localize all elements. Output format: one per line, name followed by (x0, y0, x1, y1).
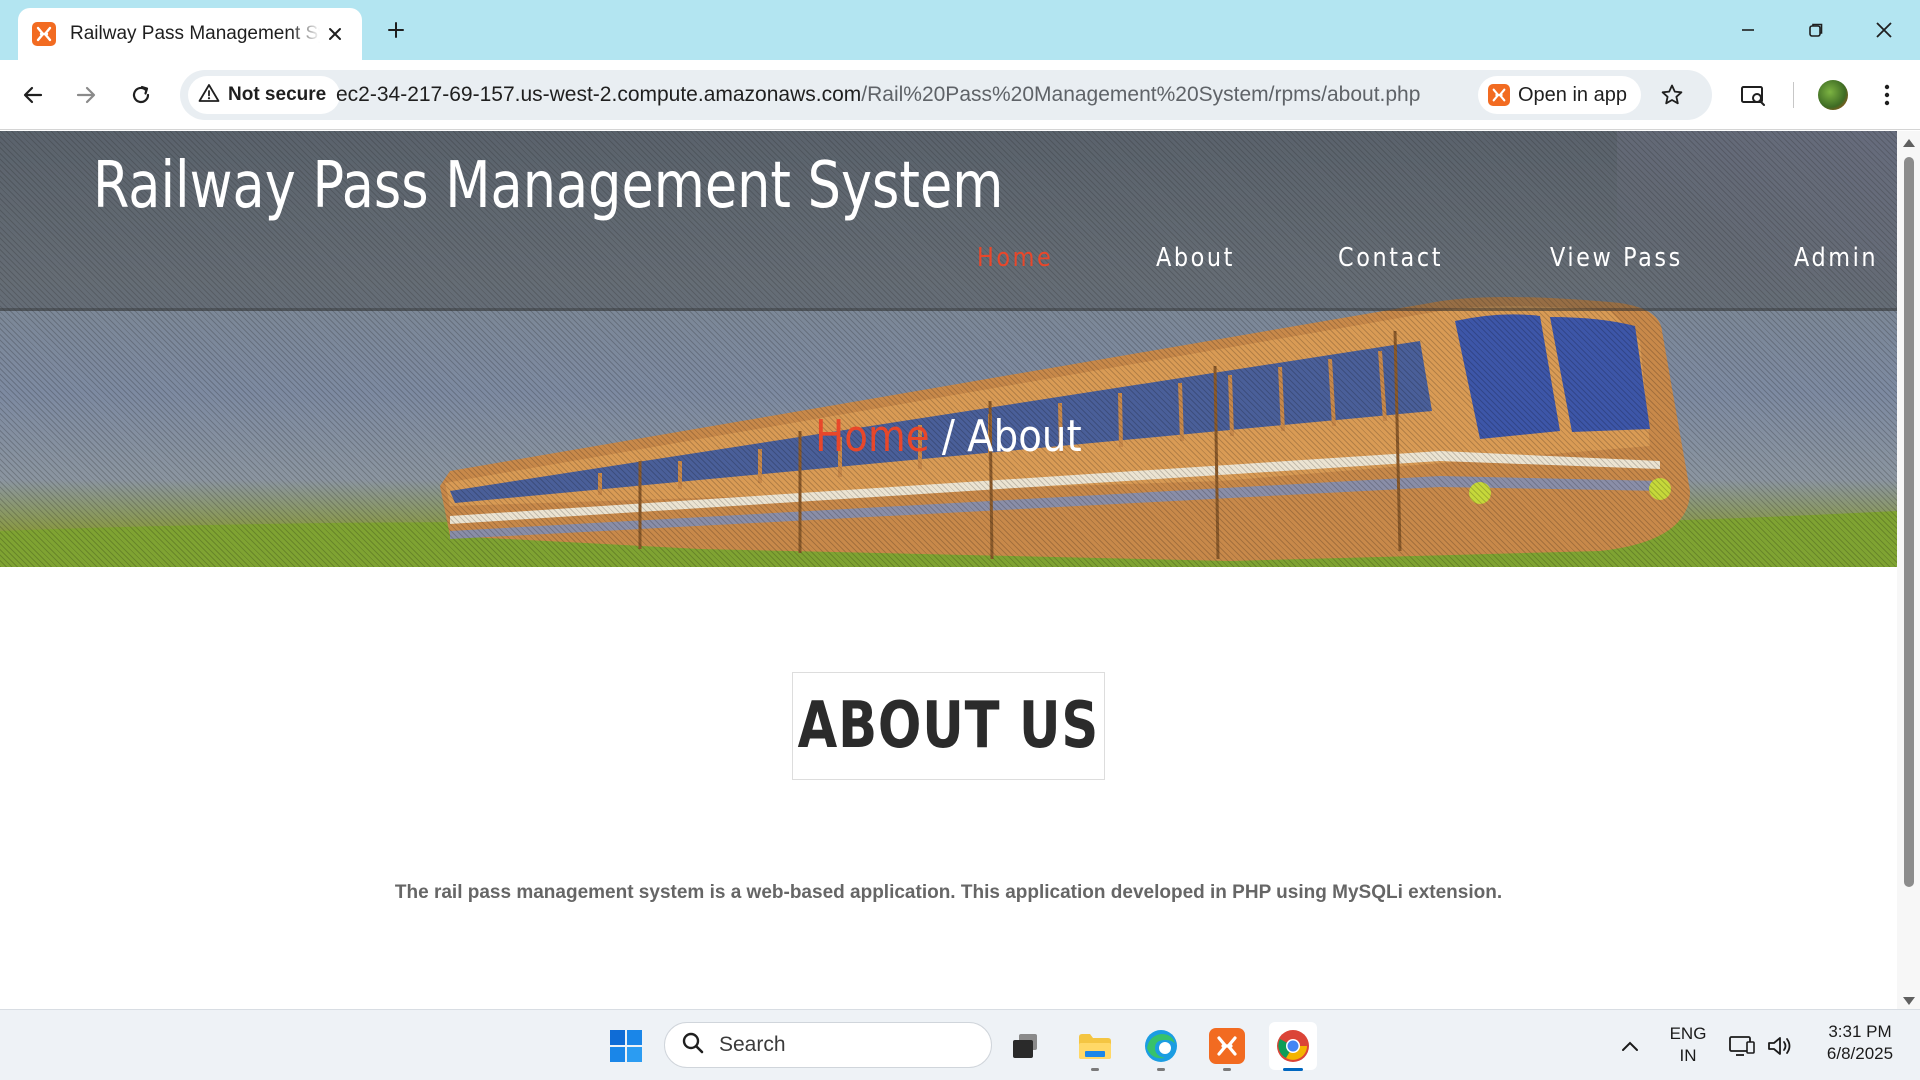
hero-banner: Railway Pass Management System Home Abou… (0, 131, 1897, 567)
breadcrumb-home[interactable]: Home (815, 411, 929, 462)
about-description: The rail pass management system is a web… (394, 882, 1503, 903)
tab-strip: Railway Pass Management System (0, 0, 1920, 60)
star-icon[interactable] (1656, 79, 1688, 111)
browser-toolbar: Not secure ec2-34-217-69-157.us-west-2.c… (0, 60, 1920, 130)
nav-home[interactable]: Home (977, 243, 1053, 273)
nav-about[interactable]: About (1156, 243, 1235, 273)
url-path: /Rail%20Pass%20Management%20System/rpms/… (861, 83, 1421, 106)
xampp-icon[interactable] (1203, 1022, 1251, 1071)
windows-start-icon[interactable] (602, 1022, 650, 1070)
breadcrumb-current: About (967, 411, 1082, 462)
plus-icon[interactable] (380, 14, 412, 46)
speaker-icon[interactable] (1758, 1022, 1802, 1070)
close-icon[interactable] (322, 21, 348, 47)
page-viewport: Railway Pass Management System Home Abou… (0, 131, 1920, 1009)
site-header: Railway Pass Management System Home Abou… (0, 131, 1897, 311)
language-indicator[interactable]: ENG IN (1660, 1023, 1716, 1067)
nav-contact[interactable]: Contact (1338, 243, 1443, 273)
open-in-app-button[interactable]: Open in app (1478, 76, 1641, 114)
scroll-up-arrow[interactable] (1903, 139, 1915, 147)
lang-primary: ENG (1669, 1024, 1707, 1043)
avatar (1818, 80, 1848, 110)
scroll-thumb[interactable] (1904, 157, 1914, 887)
lang-secondary: IN (1679, 1046, 1697, 1065)
main-nav: Home About Contact View Pass Admin (977, 243, 1892, 273)
windows-taskbar: Search ENG IN 3:31 PM 6/8/2025 (0, 1009, 1920, 1080)
reload-icon[interactable] (121, 75, 161, 115)
about-heading-box: ABOUT US (792, 672, 1105, 780)
site-title[interactable]: Railway Pass Management System (93, 149, 1003, 223)
url-host: ec2-34-217-69-157.us-west-2.compute.amaz… (336, 83, 862, 106)
nav-admin[interactable]: Admin (1794, 243, 1878, 273)
xampp-tile (1209, 1028, 1245, 1064)
taskbar-search[interactable]: Search (664, 1022, 992, 1068)
tab-title: Railway Pass Management System (70, 23, 320, 44)
scroll-down-arrow[interactable] (1903, 997, 1915, 1005)
kebab-icon[interactable] (1867, 75, 1907, 115)
running-indicator (1223, 1068, 1231, 1071)
xampp-icon (32, 22, 56, 46)
nav-view-pass[interactable]: View Pass (1550, 243, 1683, 273)
breadcrumb-separator: / (929, 411, 968, 462)
clock-date: 6/8/2025 (1826, 1044, 1894, 1063)
restore-icon[interactable] (1788, 10, 1844, 50)
forward-icon[interactable] (66, 75, 106, 115)
chrome-icon[interactable] (1269, 1022, 1317, 1071)
edge-icon[interactable] (1137, 1022, 1185, 1071)
search-placeholder: Search (719, 1033, 786, 1056)
file-explorer-icon[interactable] (1071, 1022, 1119, 1071)
xampp-icon (1488, 84, 1510, 106)
page-title: ABOUT US (797, 689, 1100, 763)
cast-icon[interactable] (1733, 75, 1773, 115)
browser-tab[interactable]: Railway Pass Management System (18, 8, 362, 60)
open-in-app-label: Open in app (1518, 83, 1627, 106)
task-view-icon[interactable] (1001, 1022, 1049, 1070)
url-text[interactable]: ec2-34-217-69-157.us-west-2.compute.amaz… (336, 83, 1420, 107)
warning-icon (198, 83, 220, 108)
close-window-icon[interactable] (1856, 10, 1912, 50)
running-indicator (1157, 1068, 1165, 1071)
chevron-up-icon[interactable] (1606, 1022, 1654, 1070)
scrollbar[interactable] (1897, 131, 1920, 1009)
profile-avatar[interactable] (1813, 75, 1853, 115)
clock-time: 3:31 PM (1828, 1022, 1892, 1041)
back-icon[interactable] (13, 75, 53, 115)
address-bar[interactable]: Not secure ec2-34-217-69-157.us-west-2.c… (180, 70, 1712, 120)
security-label: Not secure (228, 84, 327, 105)
clock[interactable]: 3:31 PM 6/8/2025 (1808, 1021, 1912, 1065)
active-indicator (1283, 1068, 1303, 1071)
security-chip[interactable]: Not secure (188, 76, 341, 114)
minimize-icon[interactable] (1720, 10, 1776, 50)
running-indicator (1091, 1068, 1099, 1071)
search-icon (681, 1031, 705, 1060)
toolbar-divider (1793, 82, 1794, 108)
breadcrumb: Home / About (0, 411, 1897, 462)
